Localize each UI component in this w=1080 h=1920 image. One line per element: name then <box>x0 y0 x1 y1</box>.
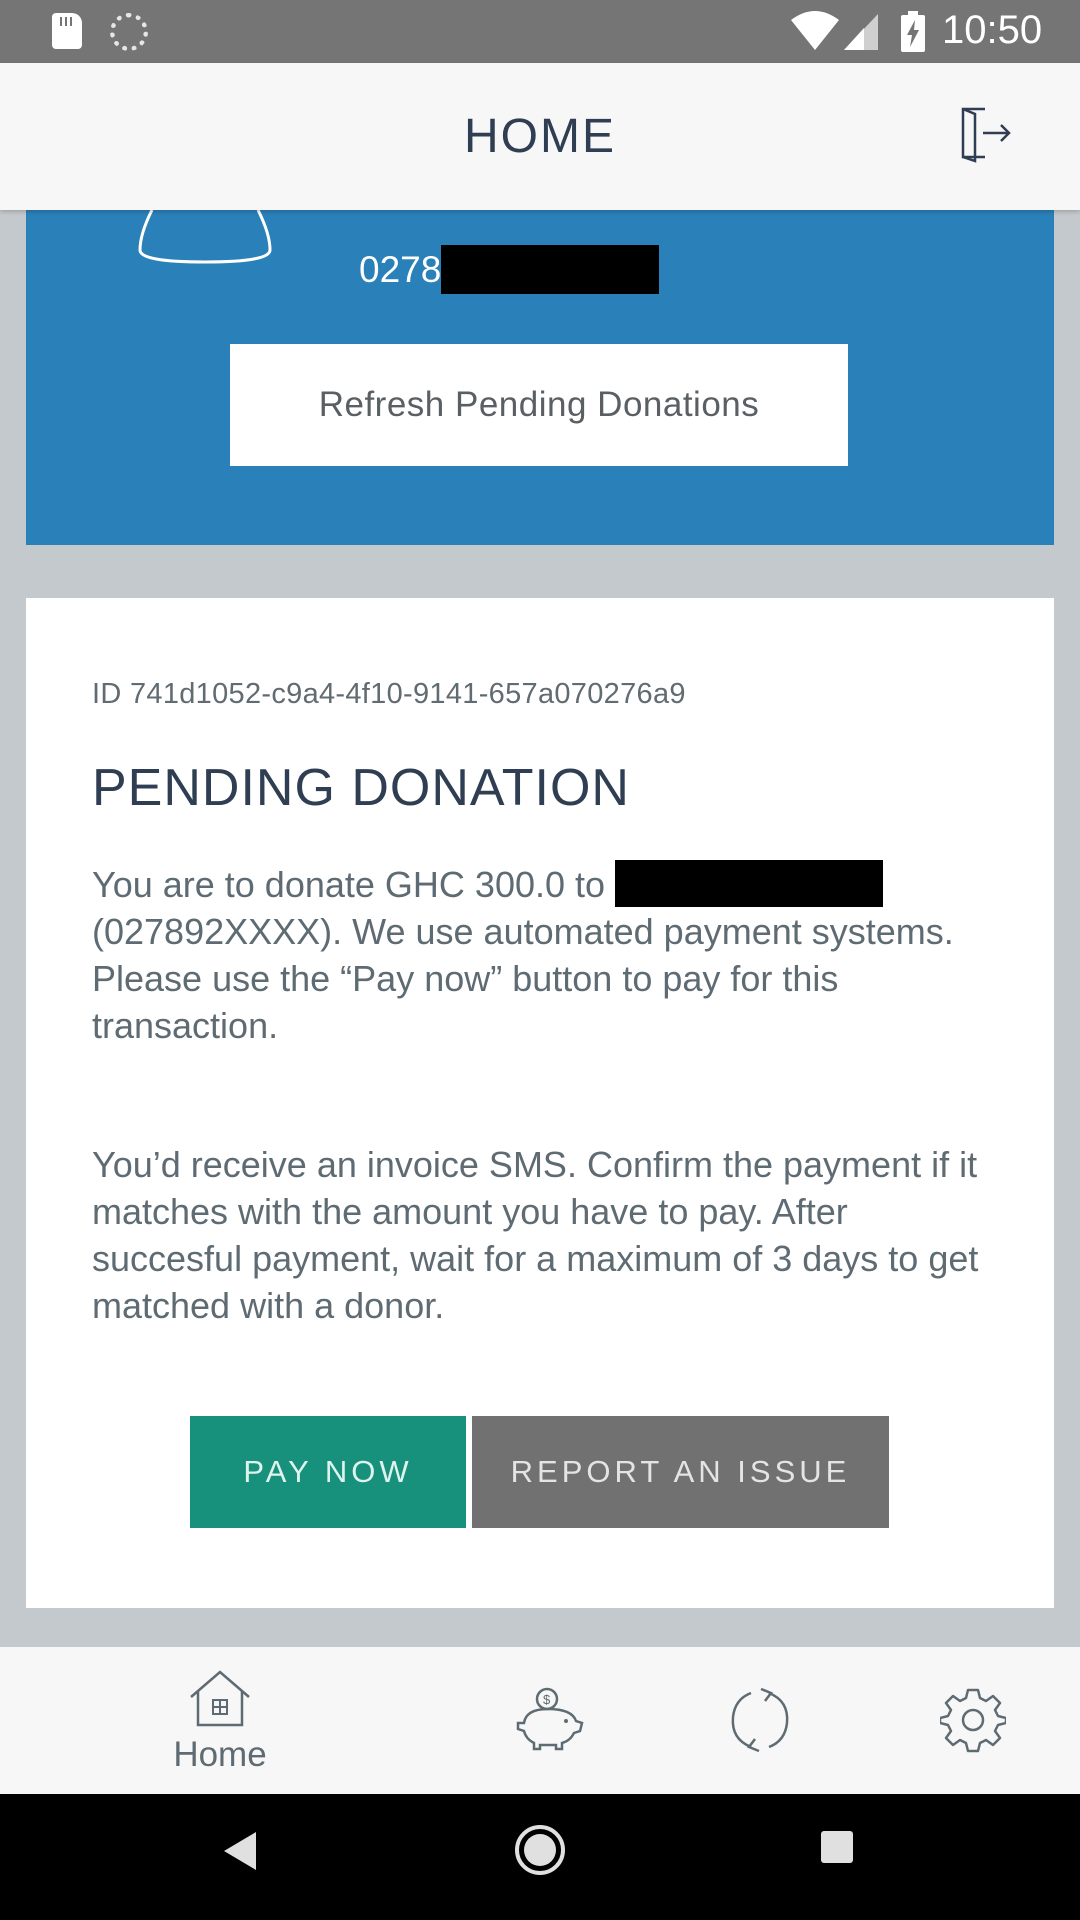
sync-status-icon <box>110 13 148 51</box>
system-navigation-bar <box>0 1794 1080 1920</box>
nav-settings[interactable] <box>935 1647 1015 1794</box>
avatar-icon <box>138 210 272 264</box>
logout-icon <box>961 107 1011 163</box>
donation-id: ID 741d1052-c9a4-4f10-9141-657a070276a9 <box>92 678 686 710</box>
redacted-recipient <box>615 860 884 907</box>
status-bar: 10:50 <box>0 0 1080 63</box>
donation-amount-text: You are to donate GHC 300.0 to <box>92 864 616 905</box>
recycle-icon <box>731 1687 789 1753</box>
profile-phone: 0278 <box>359 245 660 294</box>
pending-donation-card: ID 741d1052-c9a4-4f10-9141-657a070276a9 … <box>26 598 1054 1608</box>
report-issue-button[interactable]: REPORT AN ISSUE <box>472 1416 889 1528</box>
nav-recycle[interactable] <box>720 1647 800 1794</box>
refresh-pending-donations-button[interactable]: Refresh Pending Donations <box>230 344 848 466</box>
nav-home-label: Home <box>173 1735 267 1774</box>
sd-card-icon <box>52 13 82 49</box>
bottom-navigation: Home $ <box>0 1647 1080 1794</box>
donation-payment-text: (027892XXXX). We use automated payment s… <box>92 911 954 1046</box>
battery-charging-icon <box>901 11 925 52</box>
back-icon[interactable] <box>222 1830 258 1872</box>
home-icon <box>190 1670 250 1727</box>
recents-icon[interactable] <box>820 1830 854 1864</box>
signal-icon <box>844 14 878 50</box>
phone-prefix: 0278 <box>359 248 442 290</box>
logout-button[interactable] <box>955 103 1015 163</box>
page-title: HOME <box>464 110 616 163</box>
svg-text:$: $ <box>543 1692 551 1707</box>
wifi-icon <box>791 11 839 50</box>
settings-icon <box>940 1688 1006 1753</box>
profile-card: 0278 Refresh Pending Donations <box>26 210 1054 545</box>
donation-title: PENDING DONATION <box>92 759 630 817</box>
pay-now-button[interactable]: PAY NOW <box>190 1416 466 1528</box>
nav-donations[interactable]: $ <box>510 1647 590 1794</box>
app-header: HOME <box>0 63 1080 210</box>
donation-instructions: You are to donate GHC 300.0 to (027892XX… <box>92 860 992 1049</box>
home-button-icon[interactable] <box>514 1824 566 1876</box>
invoice-instructions: You’d receive an invoice SMS. Confirm th… <box>92 1144 979 1326</box>
nav-home[interactable]: Home <box>150 1647 290 1794</box>
piggy-bank-icon: $ <box>516 1687 584 1751</box>
redacted-phone <box>441 245 660 294</box>
clock: 10:50 <box>942 8 1043 52</box>
